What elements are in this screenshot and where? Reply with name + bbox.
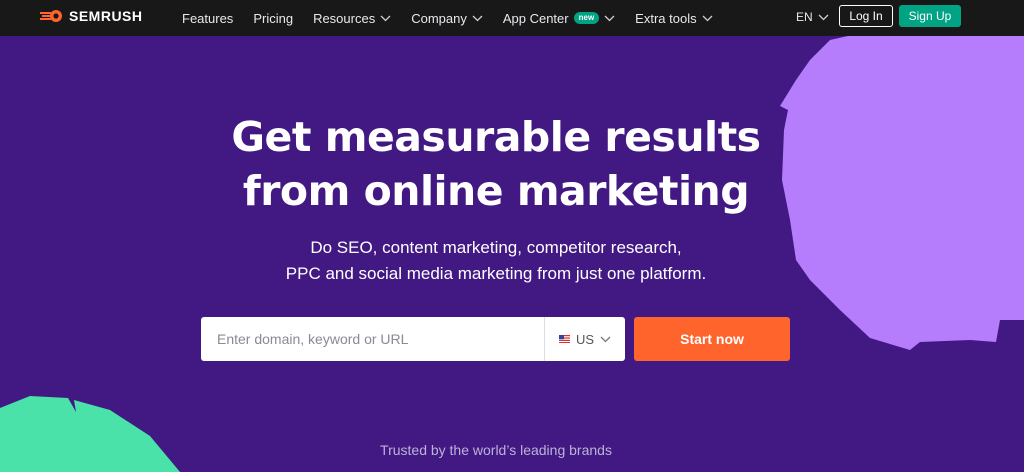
nav-item-pricing[interactable]: Pricing <box>253 11 293 26</box>
trusted-brands-text: Trusted by the world’s leading brands <box>380 442 612 458</box>
search-input[interactable] <box>201 317 544 361</box>
hero-title: Get measurable results from online marke… <box>0 110 992 218</box>
chevron-down-icon <box>702 15 713 21</box>
language-label: EN <box>796 10 813 24</box>
chevron-down-icon <box>604 15 615 21</box>
nav-item-label: Features <box>182 10 234 26</box>
login-button[interactable]: Log In <box>839 5 893 27</box>
chevron-down-icon <box>472 15 483 21</box>
language-selector[interactable]: EN <box>796 10 829 24</box>
hero-title-line-1: Get measurable results <box>231 113 761 161</box>
country-selector[interactable]: US <box>544 317 625 361</box>
main-nav: Features Pricing Resources Company App C… <box>182 0 733 36</box>
nav-item-app-center[interactable]: App Center new <box>503 11 615 26</box>
brand-name: SEMRUSH <box>69 8 143 24</box>
green-decorative-shape <box>0 396 180 472</box>
start-now-button[interactable]: Start now <box>634 317 790 361</box>
nav-item-label: Company <box>411 10 467 26</box>
search-form: US <box>201 317 625 361</box>
top-navigation-bar: SEMRUSH Features Pricing Resources Compa… <box>0 0 1024 36</box>
nav-item-label: Pricing <box>253 10 294 26</box>
nav-item-company[interactable]: Company <box>411 11 483 26</box>
semrush-flame-icon <box>40 10 62 22</box>
chevron-down-icon <box>818 14 829 20</box>
nav-item-extra-tools[interactable]: Extra tools <box>635 10 713 26</box>
nav-item-label: Resources <box>313 10 376 26</box>
hero-subtitle: Do SEO, content marketing, competitor re… <box>0 235 992 287</box>
hero-subtitle-line-1: Do SEO, content marketing, competitor re… <box>310 238 682 257</box>
nav-item-resources[interactable]: Resources <box>313 11 391 26</box>
new-badge: new <box>573 12 600 24</box>
hero-title-line-2: from online marketing <box>242 167 750 215</box>
nav-item-label: Extra tools <box>635 10 697 26</box>
chevron-down-icon <box>380 15 391 21</box>
semrush-logo[interactable]: SEMRUSH <box>40 8 143 24</box>
nav-item-features[interactable]: Features <box>182 11 233 26</box>
chevron-down-icon <box>600 336 611 342</box>
nav-item-label: App Center <box>502 10 569 26</box>
hero-subtitle-line-2: PPC and social media marketing from just… <box>285 264 707 283</box>
us-flag-icon <box>558 335 570 343</box>
country-label: US <box>575 331 595 347</box>
signup-button[interactable]: Sign Up <box>899 5 961 27</box>
